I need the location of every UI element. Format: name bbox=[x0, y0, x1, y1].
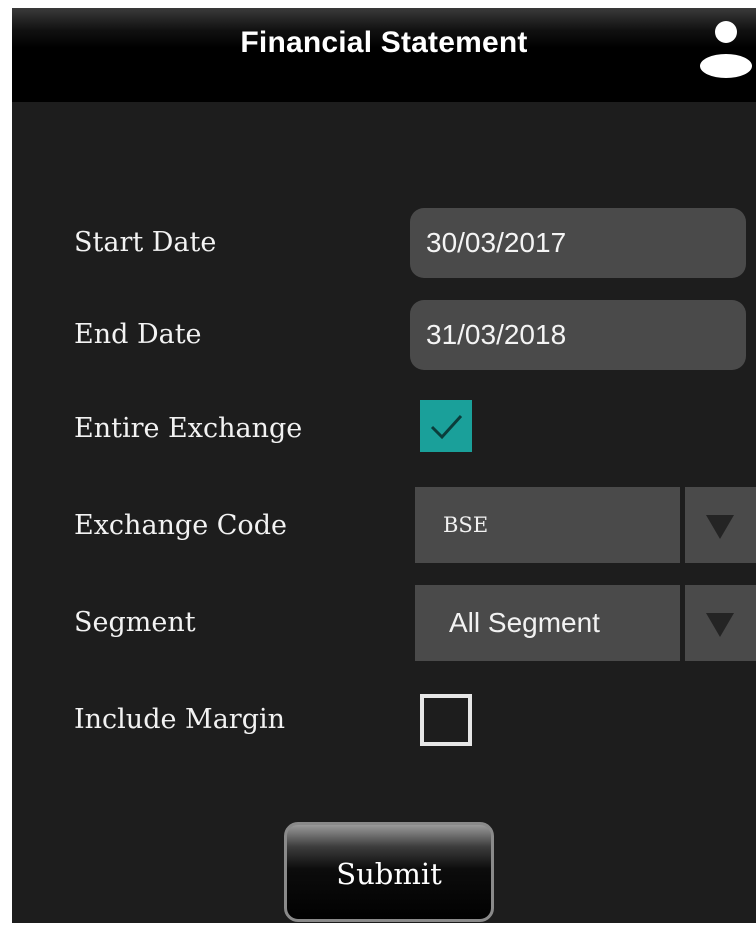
end-date-field[interactable] bbox=[410, 300, 746, 370]
end-date-label: End Date bbox=[74, 319, 202, 350]
start-date-label: Start Date bbox=[74, 227, 217, 258]
segment-value: All Segment bbox=[449, 607, 600, 638]
entire-exchange-label: Entire Exchange bbox=[74, 413, 303, 444]
dropdown-arrow-icon bbox=[706, 613, 734, 637]
submit-button[interactable]: Submit bbox=[284, 822, 494, 922]
user-icon[interactable] bbox=[698, 14, 754, 78]
app-header: Financial Statement bbox=[12, 8, 756, 102]
include-margin-checkbox[interactable] bbox=[420, 694, 472, 746]
include-margin-label: Include Margin bbox=[74, 704, 286, 735]
exchange-code-label: Exchange Code bbox=[74, 510, 287, 541]
start-date-field[interactable] bbox=[410, 208, 746, 278]
dropdown-button[interactable] bbox=[685, 585, 756, 661]
entire-exchange-checkbox[interactable] bbox=[420, 400, 472, 452]
exchange-code-value: BSE bbox=[443, 513, 489, 537]
segment-select[interactable]: All Segment bbox=[415, 585, 756, 661]
checkmark-icon bbox=[430, 414, 463, 440]
exchange-code-select[interactable]: BSE bbox=[415, 487, 756, 563]
dropdown-button[interactable] bbox=[685, 487, 756, 563]
dropdown-arrow-icon bbox=[706, 515, 734, 539]
segment-label: Segment bbox=[74, 607, 196, 638]
page-title: Financial Statement bbox=[240, 26, 528, 59]
financial-statement-screen: Financial Statement Start Date End Date … bbox=[12, 8, 756, 923]
